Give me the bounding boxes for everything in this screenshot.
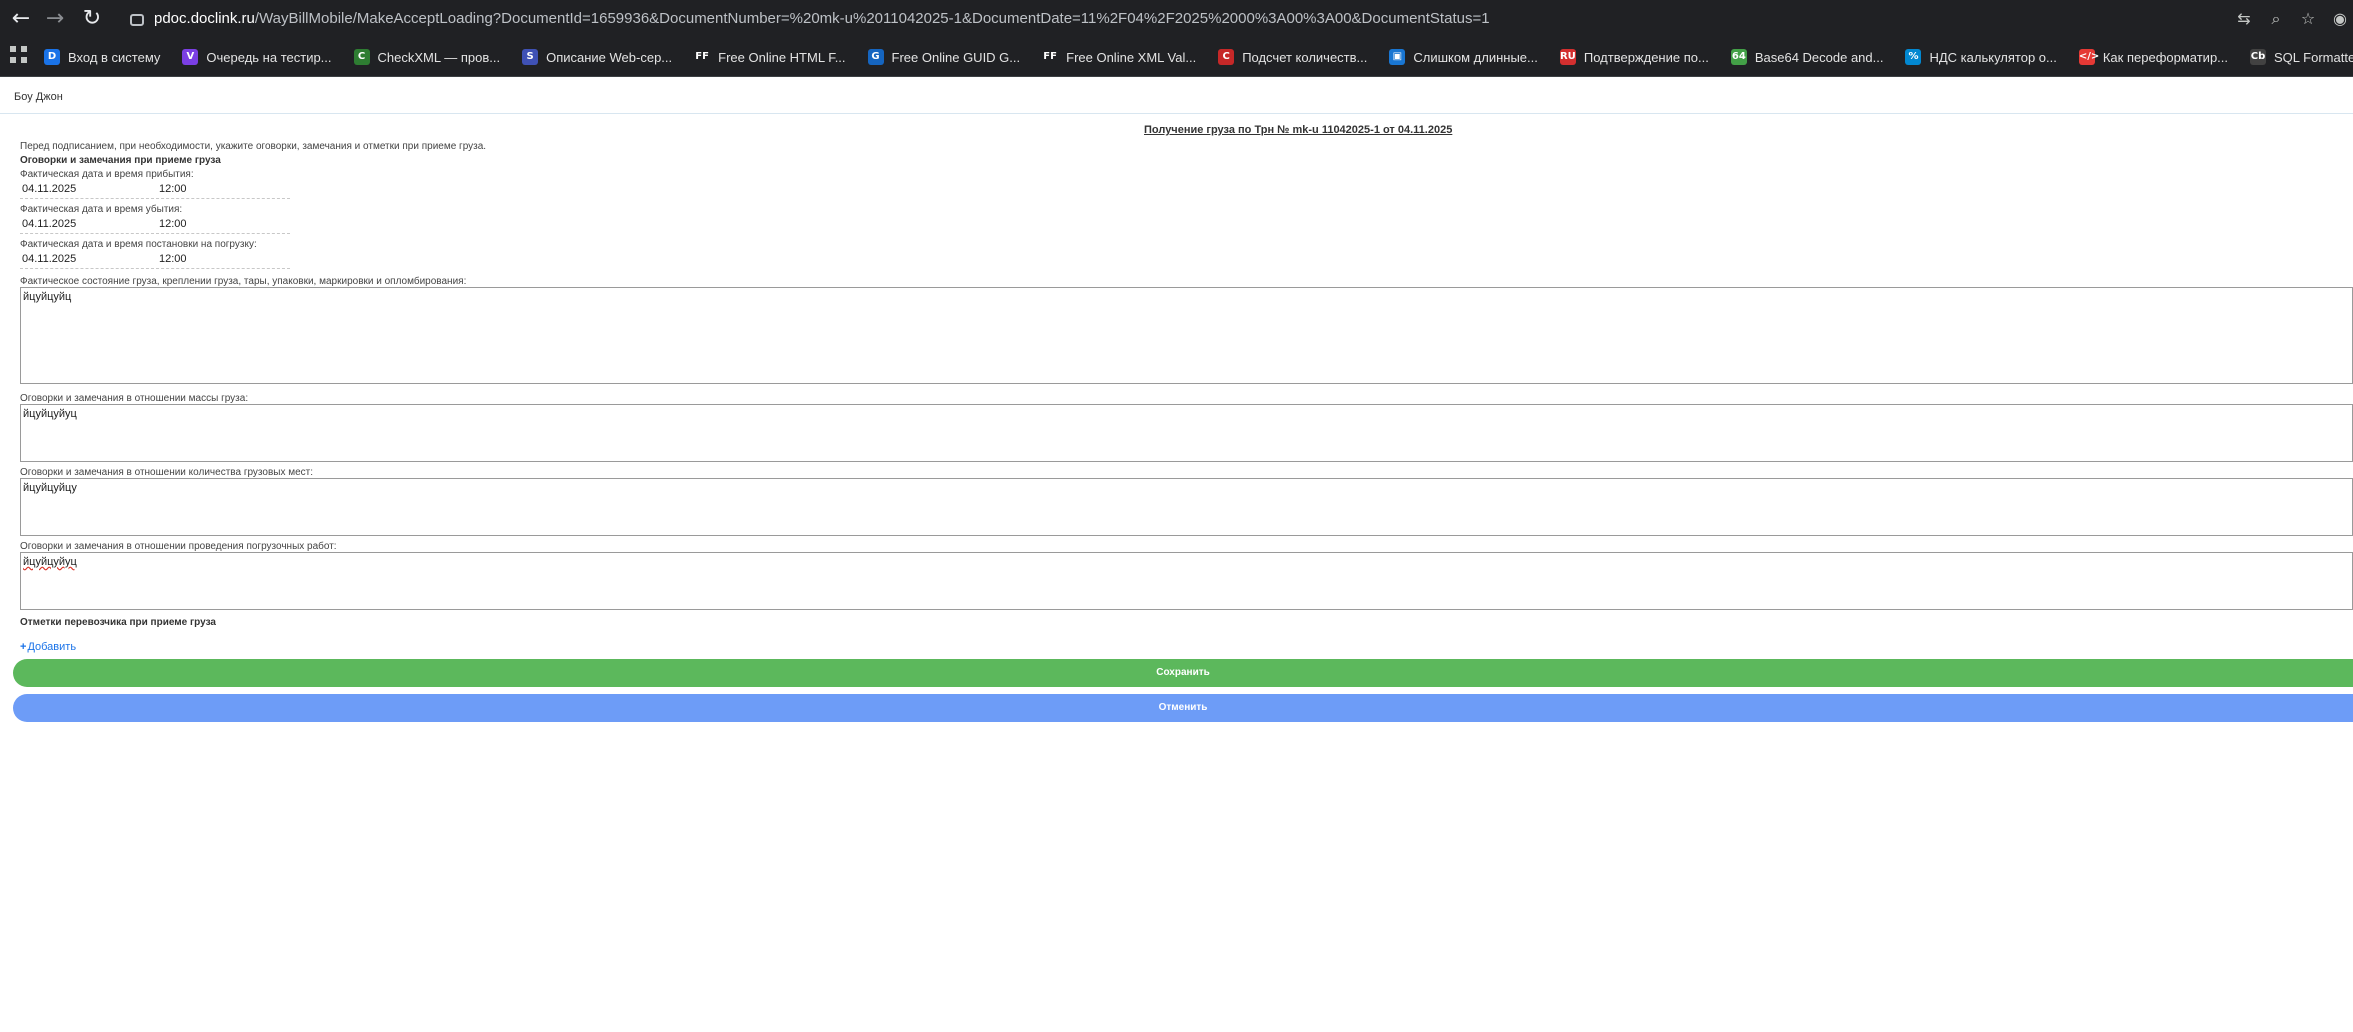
bookmark-favicon-icon: G xyxy=(867,49,884,65)
bookmark-item[interactable]: % НДС калькулятор о... xyxy=(1905,49,2057,65)
bookmark-favicon-icon: FF xyxy=(1042,49,1059,65)
departure-label: Фактическая дата и время убытия: xyxy=(20,204,183,215)
loading-label: Фактическая дата и время постановки на п… xyxy=(20,239,257,250)
bookmark-favicon-icon: S xyxy=(522,49,539,65)
arrival-datetime-field: 04.11.2025 12:00 xyxy=(20,182,290,199)
bookmark-label: Как переформатир... xyxy=(2102,49,2229,65)
section-heading-reservations: Оговорки и замечания при приеме груза xyxy=(20,155,221,166)
bookmark-favicon-icon: % xyxy=(1905,49,1922,65)
add-mark-link[interactable]: +Добавить xyxy=(20,641,76,653)
plus-icon: + xyxy=(20,641,27,653)
arrival-date-input[interactable]: 04.11.2025 xyxy=(22,183,152,195)
bookmark-item[interactable]: V Очередь на тестир... xyxy=(182,49,332,65)
departure-time-input[interactable]: 12:00 xyxy=(159,218,279,230)
reload-icon[interactable]: ↻ xyxy=(79,6,105,32)
loading-time-input[interactable]: 12:00 xyxy=(159,253,279,265)
bookmark-item[interactable]: RU Подтверждение по... xyxy=(1559,49,1709,65)
bookmark-item[interactable]: G Free Online GUID G... xyxy=(867,49,1021,65)
works-textarea[interactable]: йцуйцуйуц xyxy=(20,552,2353,610)
bookmark-item[interactable]: C Подсчет количеств... xyxy=(1218,49,1367,65)
bookmark-favicon-icon: C xyxy=(1218,49,1235,65)
cancel-button[interactable]: Отменить xyxy=(13,694,2353,722)
mass-label: Оговорки и замечания в отношении массы г… xyxy=(20,393,249,404)
browser-toolbar: ← → ↻ pdoc.doclink.ru/WayBillMobile/Make… xyxy=(0,0,2353,38)
bookmark-item[interactable]: C CheckXML — пров... xyxy=(353,49,501,65)
bookmark-item[interactable]: FF Free Online HTML F... xyxy=(694,49,846,65)
save-button[interactable]: Сохранить xyxy=(13,659,2353,687)
bookmark-item[interactable]: ▣ Слишком длинные... xyxy=(1389,49,1538,65)
bookmark-favicon-icon: </> xyxy=(2078,49,2099,65)
apps-grid-icon[interactable] xyxy=(10,46,28,64)
bookmark-label: Free Online GUID G... xyxy=(891,49,1021,65)
works-label: Оговорки и замечания в отношении проведе… xyxy=(20,541,337,552)
bookmark-label: Free Online HTML F... xyxy=(718,49,846,65)
bookmark-label: SQL Formatter & Be... xyxy=(2274,49,2353,65)
bookmark-label: Подтверждение по... xyxy=(1583,49,1709,65)
bookmark-favicon-icon: RU xyxy=(1559,49,1576,65)
loading-datetime-field: 04.11.2025 12:00 xyxy=(20,252,290,269)
url-path: /WayBillMobile/MakeAcceptLoading?Documen… xyxy=(254,10,1490,27)
bookmark-label: Base64 Decode and... xyxy=(1754,49,1884,65)
bookmark-favicon-icon: Cb xyxy=(2250,49,2267,65)
bookmark-label: Вход в систему xyxy=(68,49,161,65)
zoom-icon[interactable]: ⌕ xyxy=(2263,6,2289,32)
bookmark-item[interactable]: Cb SQL Formatter & Be... xyxy=(2250,49,2353,65)
bookmark-label: Описание Web-сер... xyxy=(546,49,673,65)
bookmark-favicon-icon: V xyxy=(182,49,199,65)
site-info-icon[interactable] xyxy=(130,14,144,26)
cargo-state-label: Фактическое состояние груза, креплении г… xyxy=(20,276,467,287)
bookmark-item[interactable]: </> Как переформатир... xyxy=(2078,49,2229,65)
cargo-state-textarea[interactable]: йцуйцуйц xyxy=(20,287,2353,384)
add-link-label: Добавить xyxy=(27,641,77,653)
bookmark-item[interactable]: 64 Base64 Decode and... xyxy=(1730,49,1884,65)
bookmark-label: Free Online XML Val... xyxy=(1066,49,1197,65)
back-arrow-icon[interactable]: ← xyxy=(8,6,34,32)
mass-textarea[interactable]: йцуйцуйуц xyxy=(20,404,2353,462)
arrival-label: Фактическая дата и время прибытия: xyxy=(20,169,194,180)
bookmark-favicon-icon: FF xyxy=(694,49,711,65)
section-heading-carrier-marks: Отметки перевозчика при приеме груза xyxy=(20,617,216,628)
bookmark-item[interactable]: S Описание Web-сер... xyxy=(522,49,672,65)
bookmark-item[interactable]: D Вход в систему xyxy=(44,49,160,65)
bookmark-favicon-icon: 64 xyxy=(1730,49,1747,65)
bookmark-label: Очередь на тестир... xyxy=(206,49,332,65)
bookmark-label: CheckXML — пров... xyxy=(377,49,501,65)
address-bar[interactable]: pdoc.doclink.ru/WayBillMobile/MakeAccept… xyxy=(130,5,2180,33)
bookmark-label: НДС калькулятор о... xyxy=(1929,49,2057,65)
forward-arrow-icon[interactable]: → xyxy=(42,6,68,32)
places-label: Оговорки и замечания в отношении количес… xyxy=(20,467,314,478)
bookmark-label: Слишком длинные... xyxy=(1413,49,1538,65)
bookmarks-bar: D Вход в систему V Очередь на тестир... C Che… xyxy=(0,38,2353,77)
places-textarea[interactable]: йцуйцуйцу xyxy=(20,478,2353,536)
loading-date-input[interactable]: 04.11.2025 xyxy=(22,253,152,265)
bookmark-favicon-icon: ▣ xyxy=(1389,49,1406,65)
instruction-text: Перед подписанием, при необходимости, ук… xyxy=(20,141,487,152)
bookmark-item[interactable]: FF Free Online XML Val... xyxy=(1042,49,1196,65)
profile-icon[interactable]: ◉ xyxy=(2327,6,2353,32)
page-content: Боу Джон Получение груза по Трн № mk-u 1… xyxy=(0,77,2353,1032)
departure-date-input[interactable]: 04.11.2025 xyxy=(22,218,152,230)
translate-icon[interactable]: ⇆ xyxy=(2231,6,2257,32)
arrival-time-input[interactable]: 12:00 xyxy=(159,183,279,195)
bookmark-favicon-icon: C xyxy=(353,49,370,65)
user-name: Боу Джон xyxy=(14,91,63,103)
bookmark-list: D Вход в систему V Очередь на тестир... C Che… xyxy=(44,38,2353,76)
header-divider xyxy=(0,113,2353,114)
url-host: pdoc.doclink.ru xyxy=(154,10,255,27)
bookmark-star-icon[interactable]: ☆ xyxy=(2295,6,2321,32)
bookmark-label: Подсчет количеств... xyxy=(1242,49,1368,65)
bookmark-favicon-icon: D xyxy=(44,49,60,65)
works-value-text: йцуйцуйуц xyxy=(23,556,77,568)
document-title: Получение груза по Трн № mk-u 11042025-1… xyxy=(1144,124,1453,136)
departure-datetime-field: 04.11.2025 12:00 xyxy=(20,217,290,234)
